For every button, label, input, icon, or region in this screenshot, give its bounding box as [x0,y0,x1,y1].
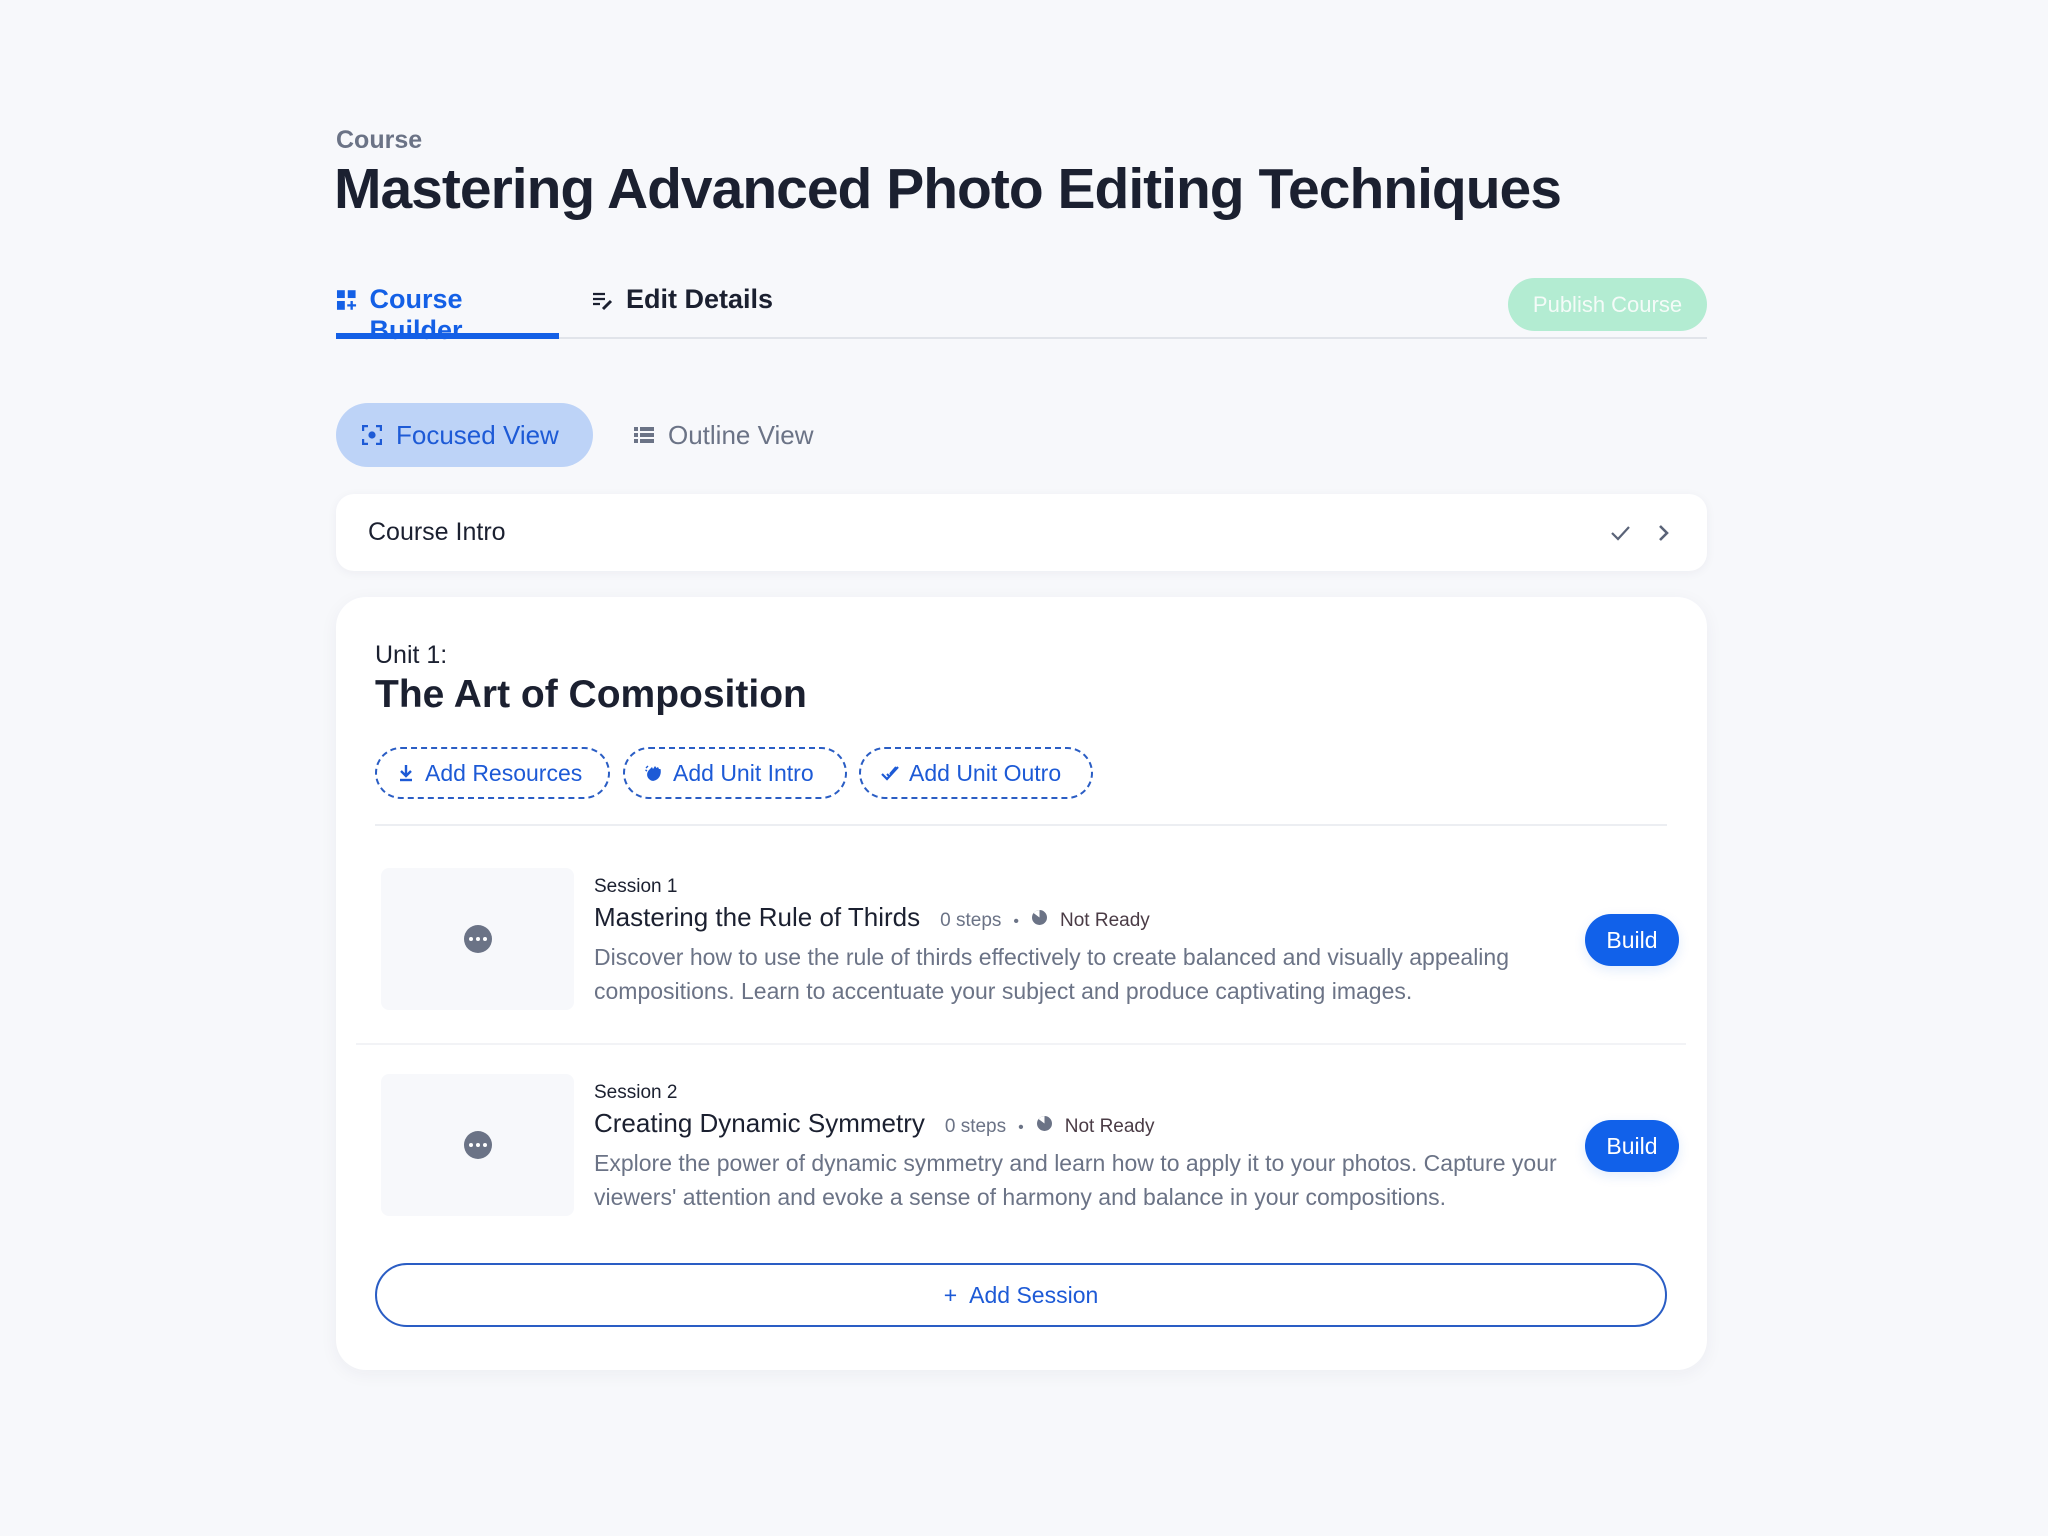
session-number: Session 1 [594,876,678,897]
download-icon [400,765,412,782]
add-unit-outro-button[interactable]: Add Unit Outro [859,747,1093,799]
session-row: Session 2 Creating Dynamic Symmetry 0 st… [354,1057,1684,1227]
bullet-separator: • [1018,1119,1024,1136]
status-pie-icon [1036,1116,1052,1131]
wave-hand-icon [645,765,661,781]
session-status: Not Ready [1060,910,1150,931]
session-heading: Mastering the Rule of Thirds 0 steps • N… [594,902,1150,933]
action-label: Add Unit Outro [909,759,1062,786]
tab-bar: Course Builder Edit Details [336,274,1707,345]
add-unit-intro-button[interactable]: Add Unit Intro [623,747,847,799]
session-description: Discover how to use the rule of thirds e… [594,944,1509,1004]
focused-view-toggle[interactable]: Focused View [336,403,593,467]
action-label: Add Unit Intro [673,759,814,786]
more-options-icon[interactable] [463,1131,492,1159]
divider [356,1043,1686,1045]
list-icon [634,427,654,443]
session-heading: Creating Dynamic Symmetry 0 steps • Not … [594,1108,1155,1139]
session-thumbnail[interactable] [381,868,574,1010]
double-check-icon [881,766,899,781]
tab-course-builder[interactable]: Course Builder [336,284,559,345]
course-intro-card[interactable]: Course Intro [336,494,1707,571]
action-label: Add Resources [425,759,583,786]
edit-notes-icon [593,292,613,311]
tab-label: Course Builder [369,284,463,345]
session-status: Not Ready [1064,1116,1155,1137]
add-session-label: Add Session [969,1281,1099,1308]
unit-card: Unit 1: The Art of Composition Add Resou… [336,597,1707,1370]
divider [375,824,1667,826]
course-intro-label: Course Intro [368,518,506,546]
session-number: Session 2 [594,1082,678,1103]
add-resources-button[interactable]: Add Resources [375,747,610,799]
publish-course-button[interactable]: Publish Course [1508,278,1707,331]
page-title: Mastering Advanced Photo Editing Techniq… [334,157,1562,221]
tab-edit-details[interactable]: Edit Details [592,284,773,337]
session-description: Explore the power of dynamic symmetry an… [594,1150,1557,1210]
build-button[interactable]: Build [1585,914,1679,966]
bullet-separator: • [1013,913,1019,930]
tab-label: Edit Details [626,284,774,314]
focus-icon [362,425,382,445]
build-button[interactable]: Build [1585,1120,1679,1172]
outline-view-toggle[interactable]: Outline View [608,403,840,467]
session-steps: 0 steps [944,1116,1007,1137]
session-row: Session 1 Mastering the Rule of Thirds 0… [354,851,1684,1021]
unit-title: The Art of Composition [375,673,807,716]
more-options-icon[interactable] [463,925,492,953]
chevron-right-icon[interactable] [1653,522,1675,544]
session-title: Creating Dynamic Symmetry [594,1108,925,1138]
session-thumbnail[interactable] [381,1074,574,1216]
session-title: Mastering the Rule of Thirds [594,902,921,932]
session-steps: 0 steps [940,910,1002,931]
view-label: Outline View [668,419,814,450]
add-session-button[interactable]: + Add Session [375,1263,1667,1327]
unit-label: Unit 1: [375,641,448,669]
view-label: Focused View [396,419,559,450]
status-pie-icon [1032,910,1047,925]
page-eyebrow: Course [336,126,423,154]
check-icon [1611,525,1630,541]
dashboard-add-icon [336,290,357,310]
plus-icon: + [943,1281,958,1308]
